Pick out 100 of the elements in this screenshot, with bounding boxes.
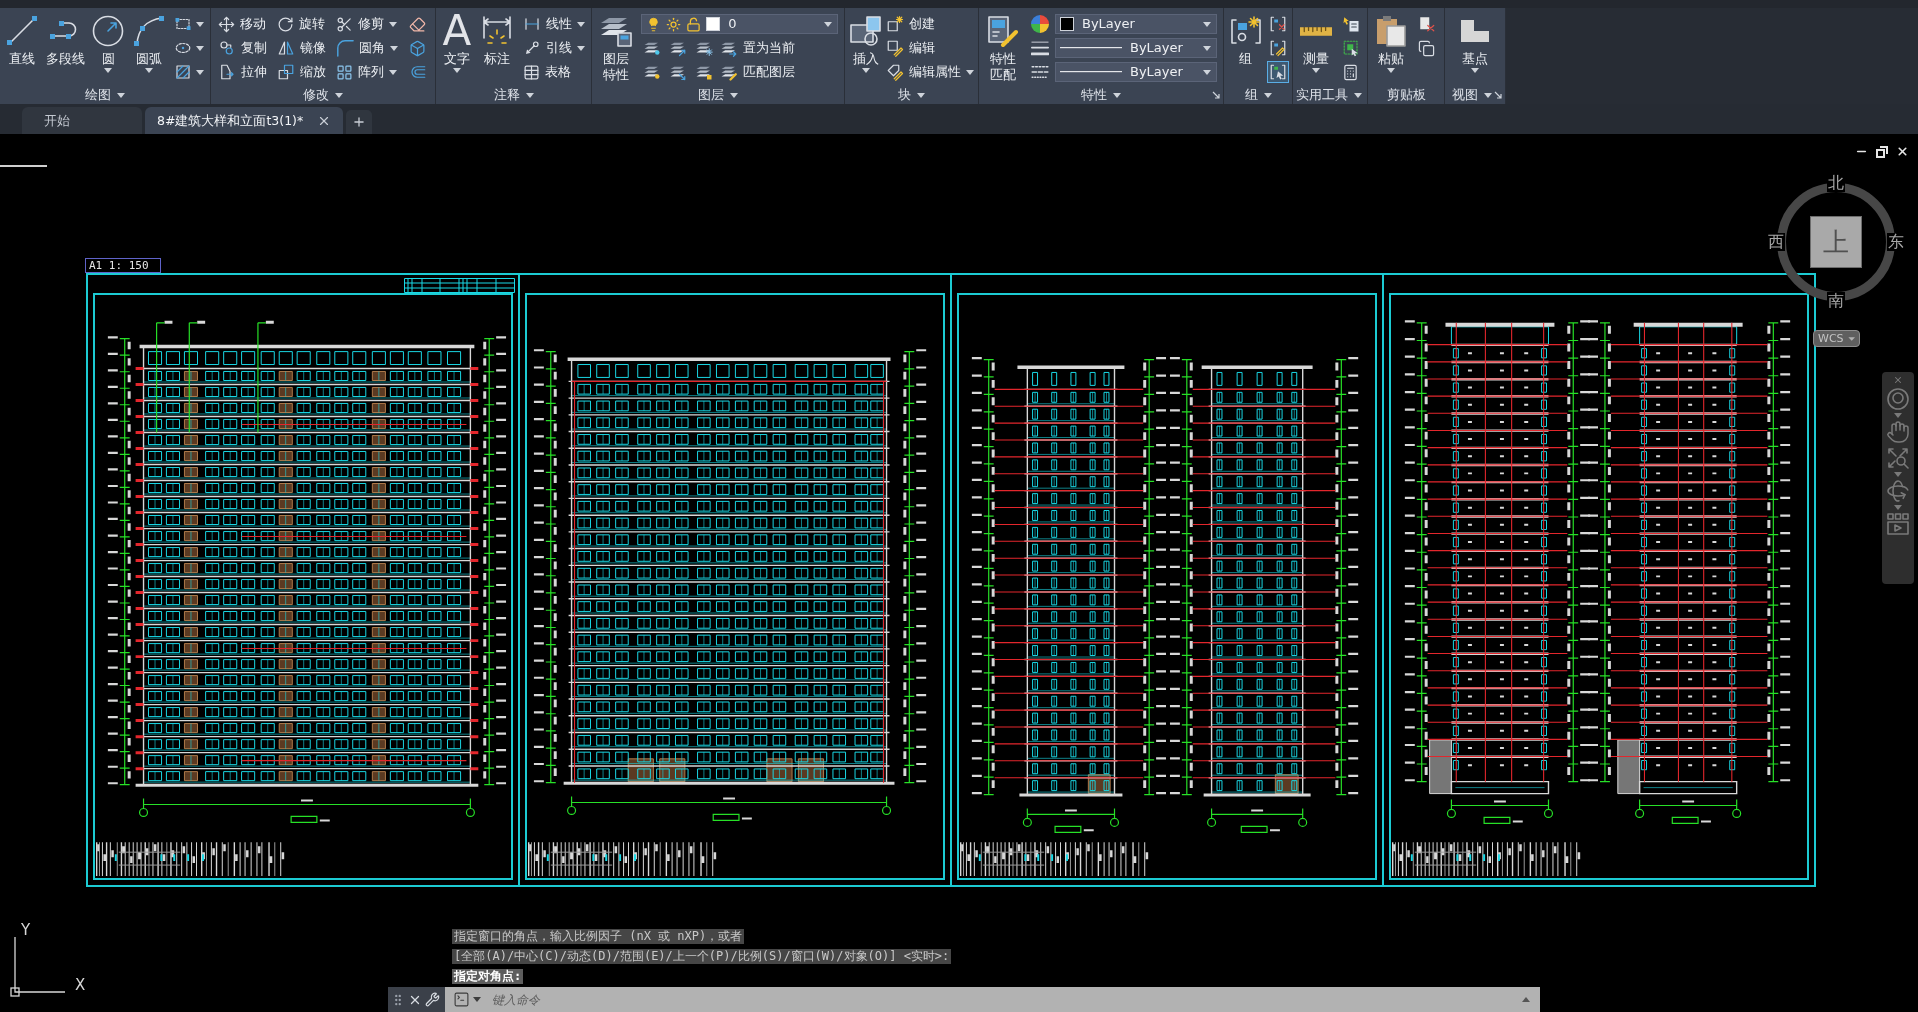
ribbon-button[interactable]: 图层 特性	[597, 11, 634, 83]
ribbon-button[interactable]: A 文字	[441, 11, 473, 73]
ribbon-button[interactable]: 镜像	[276, 38, 327, 58]
ruler-icon	[1299, 26, 1332, 36]
panel-title-button[interactable]: 视图	[1450, 87, 1494, 103]
crosshair-line	[0, 165, 47, 167]
ribbon-button[interactable]: 移动	[217, 14, 267, 34]
caret-icon	[1203, 45, 1211, 51]
dimension-line-icon	[522, 15, 541, 33]
ribbon-button[interactable]: 圆	[90, 11, 127, 73]
ribbon-button[interactable]: 复制	[217, 38, 268, 58]
overlapping-squares-icon	[277, 63, 295, 81]
caret-icon	[1203, 21, 1211, 27]
ribbon-button[interactable]: 基点	[1459, 11, 1491, 73]
restore-icon[interactable]	[1876, 145, 1888, 158]
ribbon-button[interactable]: 创建	[885, 14, 937, 34]
orbit-icon[interactable]	[1886, 479, 1910, 503]
ucs-menu-button[interactable]: WCS	[1813, 330, 1860, 347]
ribbon-button[interactable]: 插入	[847, 11, 884, 73]
mirrored-triangles-icon	[277, 39, 295, 57]
page-arrow-icon	[218, 63, 236, 81]
new-tab-button[interactable]	[346, 110, 373, 134]
ribbon-button[interactable]: 测量	[1298, 11, 1333, 73]
frames-play-icon[interactable]	[1886, 512, 1910, 536]
line-dropdown[interactable]: ByLayer	[1055, 62, 1217, 82]
document-cross-icon	[1417, 15, 1436, 33]
letter-a-icon: A	[442, 13, 472, 49]
ribbon-button[interactable]: 组	[1227, 11, 1264, 67]
color-dropdown[interactable]: ByLayer	[1055, 14, 1217, 34]
ribbon-button[interactable]: 标注	[478, 11, 515, 67]
line-sample-icon	[1060, 71, 1122, 73]
panel-title-button[interactable]: 特性	[1079, 87, 1123, 103]
bracket-cross-icon	[1268, 15, 1287, 33]
caret-icon	[1894, 413, 1902, 418]
two-circles-icon	[218, 39, 236, 57]
ribbon-button[interactable]: 编辑属性	[885, 62, 976, 82]
compass-label[interactable]: 北	[1827, 174, 1845, 192]
panel-title-button[interactable]: 修改	[301, 87, 345, 103]
icon-button[interactable]	[1266, 61, 1289, 83]
ribbon-button[interactable]: 匹配图层	[719, 62, 797, 82]
ribbon-button[interactable]: 圆角	[335, 38, 399, 58]
copy-icon	[1417, 39, 1435, 57]
axis-label: Y	[21, 922, 31, 939]
terminal-icon[interactable]	[453, 991, 470, 1008]
close-icon[interactable]	[1896, 145, 1909, 158]
command-input-field[interactable]: 键入命令	[484, 990, 1519, 1009]
ribbon-button[interactable]: 旋转	[276, 14, 326, 34]
ribbon-button[interactable]: 修剪	[335, 14, 398, 34]
file-tab[interactable]: 8#建筑大样和立面t3(1)*	[145, 107, 344, 134]
command-line-bar[interactable]: 键入命令	[445, 987, 1540, 1012]
ribbon-button[interactable]: 拉伸	[217, 62, 268, 82]
icon-button[interactable]	[1029, 63, 1051, 81]
ribbon-button[interactable]: 直线	[4, 11, 41, 67]
ribbon-button[interactable]: 置为当前	[719, 38, 797, 58]
layer-dropdown[interactable]: 0	[641, 14, 839, 34]
file-tab[interactable]: 开始	[22, 107, 142, 134]
panel-title-button[interactable]: 图层	[696, 87, 740, 103]
caret-icon	[473, 997, 481, 1002]
compass-label[interactable]: 东	[1887, 233, 1905, 251]
panel-title-button[interactable]: 实用工具	[1294, 87, 1364, 103]
cube-icon	[409, 39, 426, 57]
ribbon-button[interactable]: 引线	[521, 38, 586, 58]
compass-label[interactable]: 南	[1827, 292, 1845, 310]
axis-label: X	[75, 977, 86, 994]
line-icon	[5, 14, 40, 48]
hatch-icon	[173, 63, 192, 81]
launcher-arrow-icon[interactable]	[1212, 91, 1220, 99]
icon-button[interactable]	[1029, 13, 1051, 35]
panel-title-button[interactable]: 组	[1242, 87, 1274, 103]
line-dropdown[interactable]: ByLayer	[1055, 38, 1217, 58]
zoom-icon[interactable]	[1886, 446, 1910, 470]
ribbon-button[interactable]: 编辑	[885, 38, 937, 58]
ribbon-button[interactable]: 缩放	[276, 62, 327, 82]
panel-title-button[interactable]: 剪贴板	[1384, 87, 1428, 103]
tag-pencil-icon	[886, 63, 905, 81]
ribbon-button[interactable]: 特性 匹配	[985, 11, 1021, 83]
launcher-arrow-icon[interactable]	[1494, 91, 1502, 99]
ribbon-button[interactable]: 多段线	[44, 11, 86, 67]
panel-title-button[interactable]: 注释	[491, 87, 536, 103]
panel-title-button[interactable]: 块	[896, 87, 927, 103]
panel-title-button[interactable]: 绘图	[83, 87, 127, 103]
ribbon-button[interactable]: 表格	[521, 62, 572, 82]
ribbon-button[interactable]: 线性	[521, 14, 586, 34]
wrench-icon[interactable]	[425, 992, 440, 1007]
compass-label[interactable]: 西	[1767, 233, 1785, 251]
ribbon-button[interactable]: 粘贴	[1374, 11, 1407, 73]
caret-icon	[1894, 505, 1902, 510]
ribbon-button[interactable]: 阵列	[335, 62, 398, 82]
l-shape-icon	[1460, 19, 1490, 43]
clipboard-icon	[1375, 15, 1406, 47]
move-arrows-icon	[218, 15, 235, 33]
concentric-circles-icon[interactable]	[1886, 387, 1910, 411]
color-wheel-icon	[1031, 15, 1049, 33]
caret-up-icon[interactable]	[1522, 997, 1530, 1002]
dashed-lines-icon	[1031, 65, 1049, 79]
command-line-handle[interactable]	[388, 987, 445, 1012]
rounded-corner-icon	[336, 39, 354, 57]
ribbon-button[interactable]: 圆弧	[131, 11, 168, 73]
line-sample-icon	[1060, 47, 1122, 49]
hand-icon[interactable]	[1886, 420, 1910, 444]
